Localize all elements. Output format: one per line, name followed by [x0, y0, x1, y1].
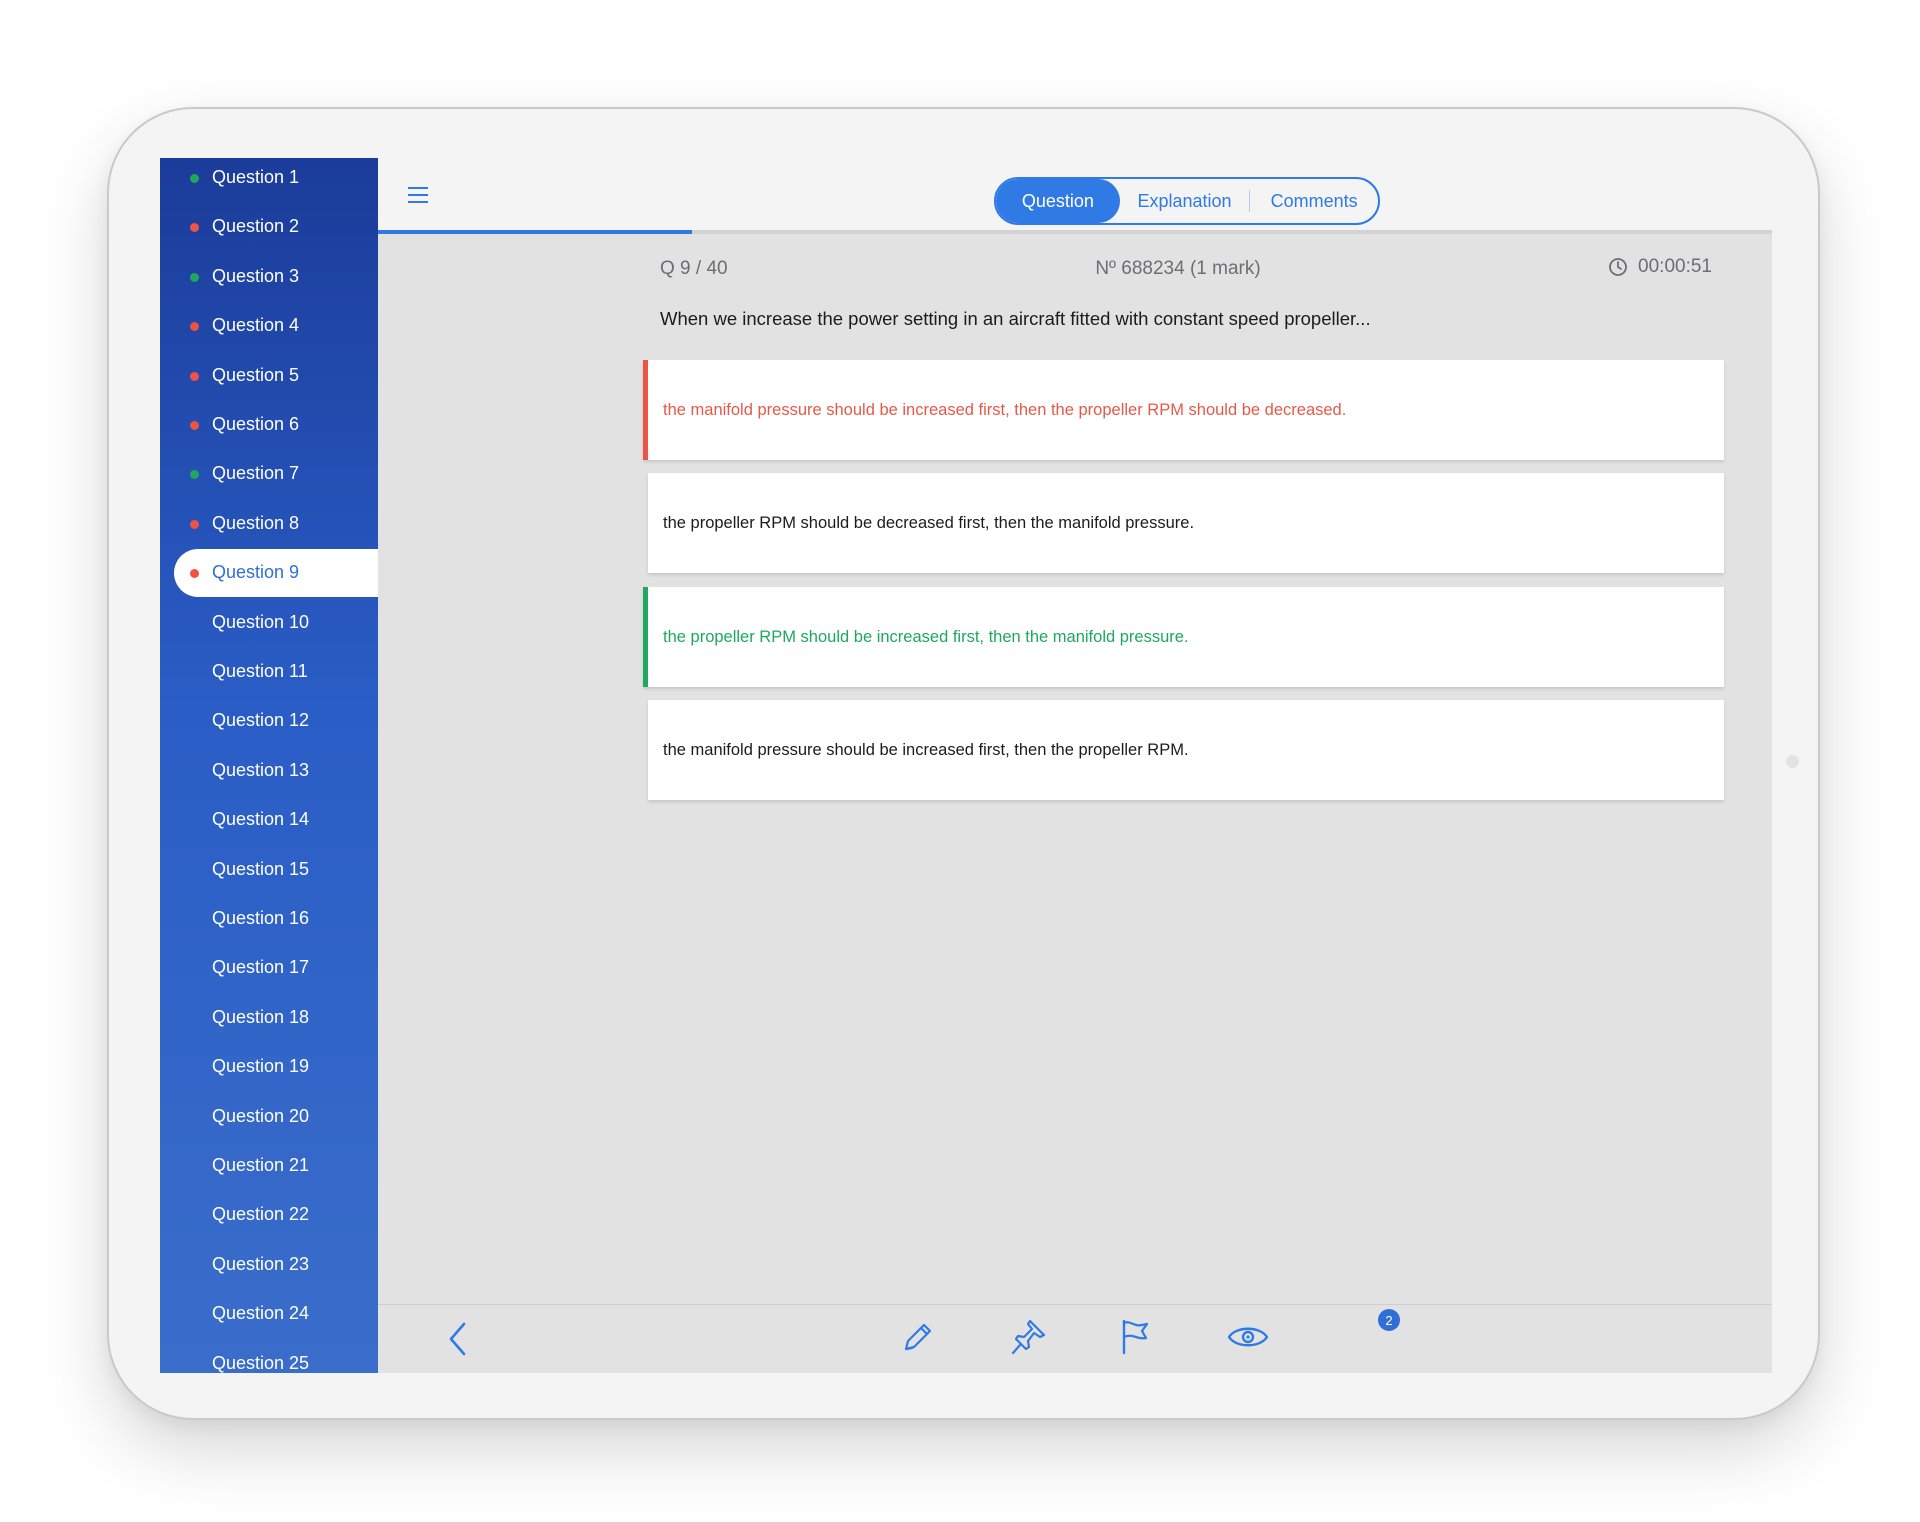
status-dot	[190, 421, 199, 430]
top-bar: Question Explanation Comments	[378, 158, 1772, 230]
sidebar-item-question-3[interactable]: Question 3	[160, 253, 378, 301]
question-counter: Q 9 / 40	[660, 258, 728, 279]
sidebar-item-question-12[interactable]: Question 12	[160, 697, 378, 745]
status-dot	[190, 223, 199, 233]
status-dot	[190, 569, 199, 579]
tab-comments[interactable]: Comments	[1250, 179, 1378, 223]
sidebar-item-label: Question 20	[212, 1105, 310, 1126]
sidebar-item-label: Question 19	[212, 1056, 310, 1077]
sidebar-item-question-15[interactable]: Question 15	[160, 846, 378, 894]
question-text: When we increase the power setting in an…	[660, 308, 1371, 329]
sidebar-item-question-24[interactable]: Question 24	[160, 1290, 378, 1338]
sidebar-item-label: Question 22	[212, 1204, 310, 1225]
sidebar-item-question-22[interactable]: Question 22	[160, 1191, 378, 1239]
sidebar-item-question-1[interactable]: Question 1	[160, 158, 378, 202]
sidebar-item-label: Question 8	[212, 512, 300, 533]
sidebar-item-label: Question 18	[212, 1006, 310, 1027]
status-dot	[190, 174, 199, 183]
sidebar-item-question-6[interactable]: Question 6	[160, 401, 378, 449]
sidebar-item-label: Question 21	[212, 1155, 310, 1175]
sidebar-item-label: Question 7	[212, 463, 300, 484]
answer-text: the propeller RPM should be increased fi…	[663, 627, 1189, 646]
timer-value: 00:00:51	[1638, 256, 1712, 277]
pin-icon[interactable]	[1010, 1317, 1048, 1357]
answer-option-1[interactable]: the manifold pressure should be increase…	[643, 360, 1724, 460]
sidebar-item-label: Question 16	[212, 908, 310, 928]
tab-question[interactable]: Question	[996, 179, 1120, 223]
sidebar-item-label: Question 14	[212, 809, 310, 830]
sidebar-item-label: Question 1	[212, 167, 300, 187]
eye-count-badge: 2	[1378, 1309, 1400, 1331]
status-dot	[190, 272, 199, 282]
eye-icon[interactable]	[1226, 1321, 1270, 1353]
answer-option-4[interactable]: the manifold pressure should be increase…	[648, 700, 1724, 800]
sidebar-item-label: Question 17	[212, 957, 310, 978]
sidebar-item-question-5[interactable]: Question 5	[160, 352, 378, 400]
sidebar-item-question-7[interactable]: Question 7	[160, 450, 378, 498]
sidebar-item-question-17[interactable]: Question 17	[160, 944, 378, 992]
sidebar-item-label: Question 15	[212, 858, 310, 879]
main-panel: Question Explanation Comments Q 9 / 40 N…	[378, 158, 1772, 1373]
sidebar-item-label: Question 6	[212, 414, 300, 434]
sidebar-item-label: Question 10	[212, 611, 310, 632]
sidebar-item-question-4[interactable]: Question 4	[160, 302, 378, 350]
progress-bar	[378, 230, 1772, 234]
sidebar-item-question-8[interactable]: Question 8	[160, 500, 378, 548]
answer-text: the propeller RPM should be decreased fi…	[663, 513, 1195, 532]
view-tabs: Question Explanation Comments	[994, 177, 1380, 225]
tab-explanation[interactable]: Explanation	[1120, 179, 1250, 223]
sidebar-item-label: Question 13	[212, 759, 310, 780]
sidebar-item-label: Question 9	[212, 562, 300, 583]
answer-text: the manifold pressure should be increase…	[663, 740, 1189, 759]
pencil-icon[interactable]	[900, 1319, 934, 1355]
sidebar-item-question-21[interactable]: Question 21	[160, 1142, 378, 1190]
sidebar-item-question-19[interactable]: Question 19	[160, 1043, 378, 1091]
question-number: Nº 688234 (1 mark)	[1095, 258, 1261, 279]
sidebar-item-label: Question 3	[212, 265, 300, 286]
app-screen: Question 1 Question 2 Question 3 Question 4…	[160, 158, 1772, 1373]
sidebar-item-question-10[interactable]: Question 10	[160, 599, 378, 647]
sidebar-item-label: Question 11	[212, 661, 308, 681]
sidebar-item-question-20[interactable]: Question 20	[160, 1093, 378, 1141]
question-sidebar: Question 1 Question 2 Question 3 Question 4…	[160, 158, 378, 1373]
status-dot	[190, 322, 199, 332]
back-chevron-icon[interactable]	[446, 1321, 470, 1357]
sidebar-item-label: Question 2	[212, 216, 300, 237]
sidebar-item-question-14[interactable]: Question 14	[160, 796, 378, 844]
sidebar-item-label: Question 12	[212, 710, 310, 731]
status-dot	[190, 371, 199, 381]
sidebar-item-question-2[interactable]: Question 2	[160, 203, 378, 251]
sidebar-item-question-23[interactable]: Question 23	[160, 1241, 378, 1289]
status-dot	[190, 519, 199, 529]
menu-icon[interactable]	[408, 186, 430, 204]
sidebar-item-label: Question 5	[212, 364, 300, 385]
sidebar-item-question-11[interactable]: Question 11	[160, 648, 378, 696]
answer-option-2[interactable]: the propeller RPM should be decreased fi…	[648, 473, 1724, 573]
sidebar-item-question-9[interactable]: Question 9	[174, 549, 378, 598]
bottom-toolbar: 2	[378, 1304, 1772, 1373]
sidebar-item-label: Question 25	[212, 1352, 310, 1373]
answer-option-3[interactable]: the propeller RPM should be increased fi…	[643, 587, 1724, 687]
sidebar-item-label: Question 24	[212, 1303, 310, 1324]
sidebar-item-label: Question 4	[212, 315, 300, 336]
status-dot	[190, 470, 199, 480]
progress-fill	[378, 230, 692, 234]
home-sensor-dot	[1786, 755, 1799, 768]
sidebar-item-question-16[interactable]: Question 16	[160, 895, 378, 943]
sidebar-item-question-13[interactable]: Question 13	[160, 747, 378, 795]
sidebar-item-question-25[interactable]: Question 25	[160, 1340, 378, 1373]
timer: 00:00:51	[1608, 256, 1712, 278]
clock-icon	[1609, 258, 1627, 276]
sidebar-item-question-18[interactable]: Question 18	[160, 994, 378, 1042]
sidebar-item-label: Question 23	[212, 1253, 310, 1274]
answer-text: the manifold pressure should be increase…	[663, 400, 1347, 419]
flag-icon[interactable]	[1118, 1317, 1152, 1357]
